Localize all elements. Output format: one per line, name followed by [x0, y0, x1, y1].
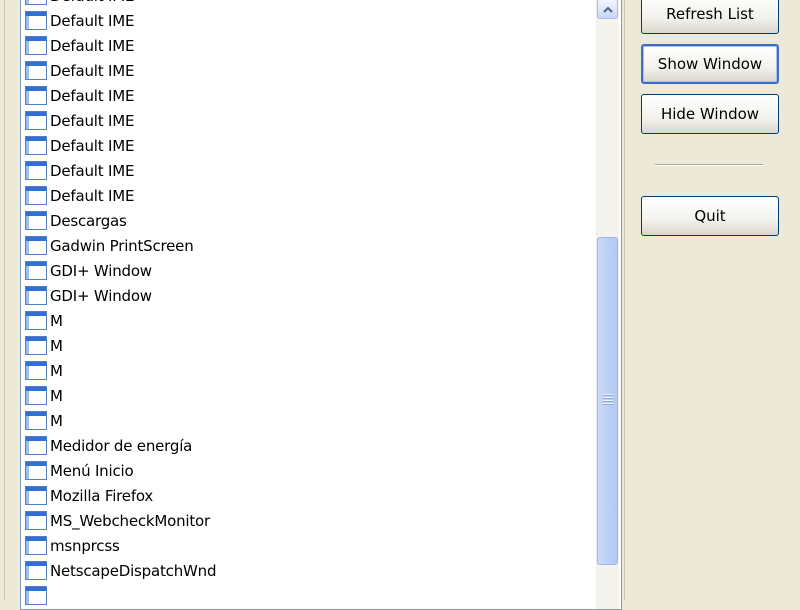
scroll-thumb[interactable] — [597, 237, 618, 565]
list-item-label: Default IME — [50, 111, 135, 130]
list-item-label: Gadwin PrintScreen — [50, 236, 194, 255]
list-item-label: Default IME — [50, 61, 135, 80]
list-item[interactable]: GDI+ Window — [25, 258, 152, 283]
list-item-label: Menú Inicio — [50, 461, 134, 480]
list-item[interactable]: MS_WebcheckMonitor — [25, 508, 210, 533]
list-item[interactable]: M — [25, 383, 63, 408]
list-item[interactable]: GDI+ Window — [25, 283, 152, 308]
button-panel: Refresh List Show Window Hide Window Qui… — [624, 0, 800, 600]
window-icon — [25, 211, 47, 230]
scroll-grip-line — [603, 394, 613, 395]
scroll-up-button[interactable] — [597, 0, 618, 19]
window-icon — [25, 136, 47, 155]
list-item-label: Default IME — [50, 36, 135, 55]
scroll-grip-line — [603, 397, 613, 398]
list-item[interactable]: Default IME — [25, 133, 134, 158]
list-item-label: NetscapeDispatchWnd — [50, 561, 217, 580]
window-icon — [25, 411, 47, 430]
list-item[interactable]: Default IME — [25, 58, 134, 83]
window-icon — [25, 311, 47, 330]
list-item[interactable]: Descargas — [25, 208, 127, 233]
list-item-label: Default IME — [50, 161, 135, 180]
list-item-label: M — [50, 361, 63, 380]
window-icon — [25, 361, 47, 380]
refresh-list-button[interactable]: Refresh List — [641, 0, 779, 34]
separator-line — [655, 164, 763, 166]
list-item[interactable]: Medidor de energía — [25, 433, 192, 458]
scroll-grip-line — [603, 400, 613, 401]
list-item-label: M — [50, 411, 63, 430]
list-item[interactable]: M — [25, 308, 63, 333]
list-item-label: M — [50, 336, 63, 355]
window-list[interactable]: Default IME Default IME Default IME Default… — [21, 0, 595, 609]
list-item[interactable]: M — [25, 358, 63, 383]
list-item[interactable]: Default IME — [25, 183, 134, 208]
list-item[interactable]: Mozilla Firefox — [25, 483, 153, 508]
show-window-button[interactable]: Show Window — [641, 44, 779, 84]
list-item[interactable]: Default IME — [25, 0, 134, 8]
list-item-label: Default IME — [50, 136, 135, 155]
list-item-label: MS_WebcheckMonitor — [50, 511, 211, 530]
window-listbox[interactable]: Default IME Default IME Default IME Default… — [20, 0, 622, 610]
window-icon — [25, 536, 47, 555]
list-item-label: Default IME — [50, 186, 135, 205]
list-item[interactable]: Default IME — [25, 158, 134, 183]
window-icon — [25, 436, 47, 455]
list-item[interactable]: Default IME — [25, 83, 134, 108]
window-icon — [25, 486, 47, 505]
list-item[interactable]: Default IME — [25, 108, 134, 133]
window-icon — [25, 286, 47, 305]
chevron-up-icon — [602, 6, 613, 13]
window-icon — [25, 86, 47, 105]
list-item[interactable] — [25, 583, 50, 608]
window-icon — [25, 461, 47, 480]
window-icon — [25, 586, 47, 605]
list-item-label: Default IME — [50, 11, 135, 30]
scroll-grip-line — [603, 403, 613, 404]
list-item[interactable]: Default IME — [25, 8, 134, 33]
window-icon — [25, 61, 47, 80]
window-frame-left — [0, 0, 5, 600]
list-item-label: M — [50, 311, 63, 330]
list-item-label: Mozilla Firefox — [50, 486, 154, 505]
list-item[interactable]: M — [25, 408, 63, 433]
window-icon — [25, 0, 47, 5]
hide-window-button[interactable]: Hide Window — [641, 94, 779, 134]
window-icon — [25, 11, 47, 30]
window-icon — [25, 161, 47, 180]
window-icon — [25, 561, 47, 580]
vertical-scrollbar[interactable] — [596, 0, 619, 609]
window-icon — [25, 236, 47, 255]
window-icon — [25, 386, 47, 405]
list-item-label: GDI+ Window — [50, 261, 152, 280]
list-item-label: msnprcss — [50, 536, 120, 555]
list-item[interactable]: Menú Inicio — [25, 458, 134, 483]
window-icon — [25, 186, 47, 205]
list-item-label: Medidor de energía — [50, 436, 193, 455]
list-item[interactable]: NetscapeDispatchWnd — [25, 558, 216, 583]
window-icon — [25, 111, 47, 130]
window-icon — [25, 336, 47, 355]
window-icon — [25, 511, 47, 530]
list-item-label: Default IME — [50, 86, 135, 105]
list-item-label: Default IME — [50, 0, 134, 5]
window-icon — [25, 36, 47, 55]
list-item[interactable]: msnprcss — [25, 533, 120, 558]
list-item[interactable]: Gadwin PrintScreen — [25, 233, 194, 258]
list-item-label: GDI+ Window — [50, 286, 152, 305]
list-item-label: Descargas — [50, 211, 127, 230]
quit-button[interactable]: Quit — [641, 196, 779, 236]
window-icon — [25, 261, 47, 280]
list-item[interactable]: Default IME — [25, 33, 134, 58]
list-item-label: M — [50, 386, 63, 405]
list-item[interactable]: M — [25, 333, 63, 358]
